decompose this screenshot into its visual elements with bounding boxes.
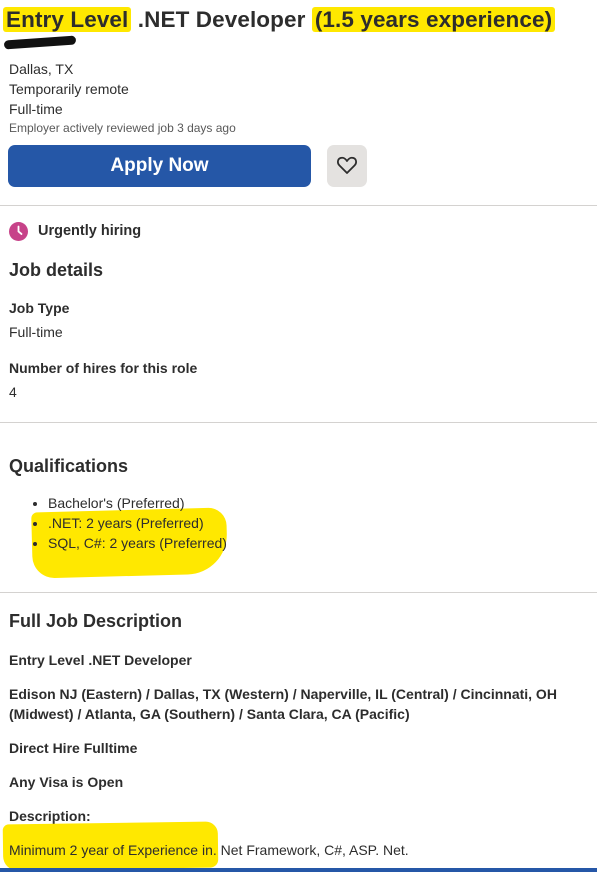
clock-icon [9, 222, 28, 241]
title-middle: .NET Developer [131, 7, 312, 32]
job-type-value: Full-time [9, 324, 63, 340]
divider [0, 205, 597, 206]
job-remote-status: Temporarily remote [9, 81, 129, 97]
divider [0, 422, 597, 423]
hires-label: Number of hires for this role [9, 360, 198, 376]
job-employment-type: Full-time [9, 101, 63, 117]
description-title-line: Entry Level .NET Developer [9, 652, 192, 668]
footer-bar [0, 868, 597, 872]
apply-now-button[interactable]: Apply Now [8, 145, 311, 187]
qualifications-heading: Qualifications [9, 456, 129, 476]
list-item: Bachelor's (Preferred) [48, 493, 227, 513]
description-hire-type: Direct Hire Fulltime [9, 740, 138, 756]
job-type-label: Job Type [9, 300, 70, 316]
urgently-hiring-label: Urgently hiring [38, 223, 142, 239]
job-location: Dallas, TX [9, 61, 74, 77]
description-locations: Edison NJ (Eastern) / Dallas, TX (Wester… [9, 686, 557, 722]
list-item: SQL, C#: 2 years (Preferred) [48, 533, 227, 553]
description-requirement: Minimum 2 year of Experience in. Net Fra… [9, 842, 409, 858]
title-highlight-2: (1.5 years experience) [311, 7, 556, 32]
heart-icon [337, 156, 357, 174]
job-details-heading: Job details [9, 260, 104, 280]
divider [0, 592, 597, 593]
list-item: .NET: 2 years (Preferred) [48, 513, 227, 533]
hires-value: 4 [9, 384, 17, 400]
full-description-heading: Full Job Description [9, 611, 183, 631]
title-highlight-1: Entry Level [3, 7, 132, 32]
job-title: Entry Level .NET Developer (1.5 years ex… [3, 4, 556, 36]
employer-activity: Employer actively reviewed job 3 days ag… [9, 121, 236, 135]
redacted-company-name [3, 35, 77, 50]
qualifications-list: Bachelor's (Preferred) .NET: 2 years (Pr… [28, 493, 227, 553]
save-job-button[interactable] [327, 145, 367, 187]
description-visa: Any Visa is Open [9, 774, 124, 790]
